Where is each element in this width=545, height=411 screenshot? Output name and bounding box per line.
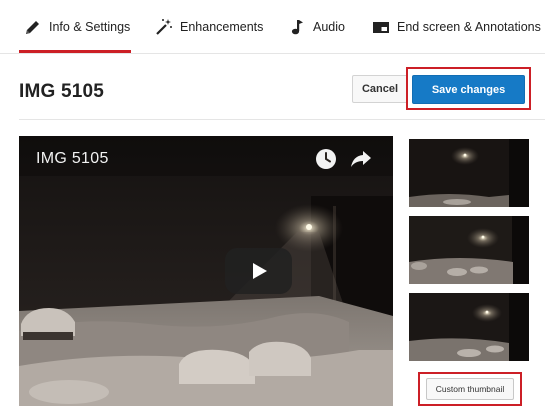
tab-enhancements[interactable]: Enhancements bbox=[155, 0, 263, 54]
pencil-icon bbox=[24, 18, 42, 36]
tab-label: Enhancements bbox=[180, 20, 264, 34]
tab-label: End screen & Annotations bbox=[397, 20, 541, 34]
tab-bar: Info & Settings Enhancements Audio End s… bbox=[0, 0, 545, 54]
active-tab-indicator bbox=[19, 50, 131, 53]
tab-label: Audio bbox=[313, 20, 345, 34]
thumbnail-option-1[interactable] bbox=[409, 139, 529, 207]
custom-thumbnail-button[interactable]: Custom thumbnail bbox=[426, 378, 514, 400]
thumbnail-option-2[interactable] bbox=[409, 216, 529, 284]
tab-end-screen[interactable]: End screen & Annotations bbox=[372, 0, 541, 54]
thumbnail-option-3[interactable] bbox=[409, 293, 529, 361]
music-note-icon bbox=[288, 18, 306, 36]
video-editor: Info & Settings Enhancements Audio End s… bbox=[0, 0, 545, 411]
video-frame bbox=[19, 136, 393, 406]
magic-wand-icon bbox=[155, 18, 173, 36]
tab-label: Info & Settings bbox=[49, 20, 131, 34]
header-divider bbox=[19, 119, 545, 120]
watch-later-clock-icon[interactable] bbox=[315, 148, 337, 170]
end-screen-icon bbox=[372, 18, 390, 36]
tab-audio[interactable]: Audio bbox=[288, 0, 345, 54]
play-button[interactable] bbox=[225, 248, 292, 294]
play-icon bbox=[252, 263, 267, 279]
save-changes-button[interactable]: Save changes bbox=[412, 75, 525, 104]
video-title: IMG 5105 bbox=[36, 150, 109, 167]
page-title: IMG 5105 bbox=[19, 81, 105, 102]
share-icon[interactable] bbox=[350, 149, 372, 169]
cancel-button[interactable]: Cancel bbox=[352, 75, 408, 103]
tab-info-settings[interactable]: Info & Settings bbox=[24, 0, 130, 54]
video-player[interactable]: IMG 5105 bbox=[19, 136, 393, 406]
